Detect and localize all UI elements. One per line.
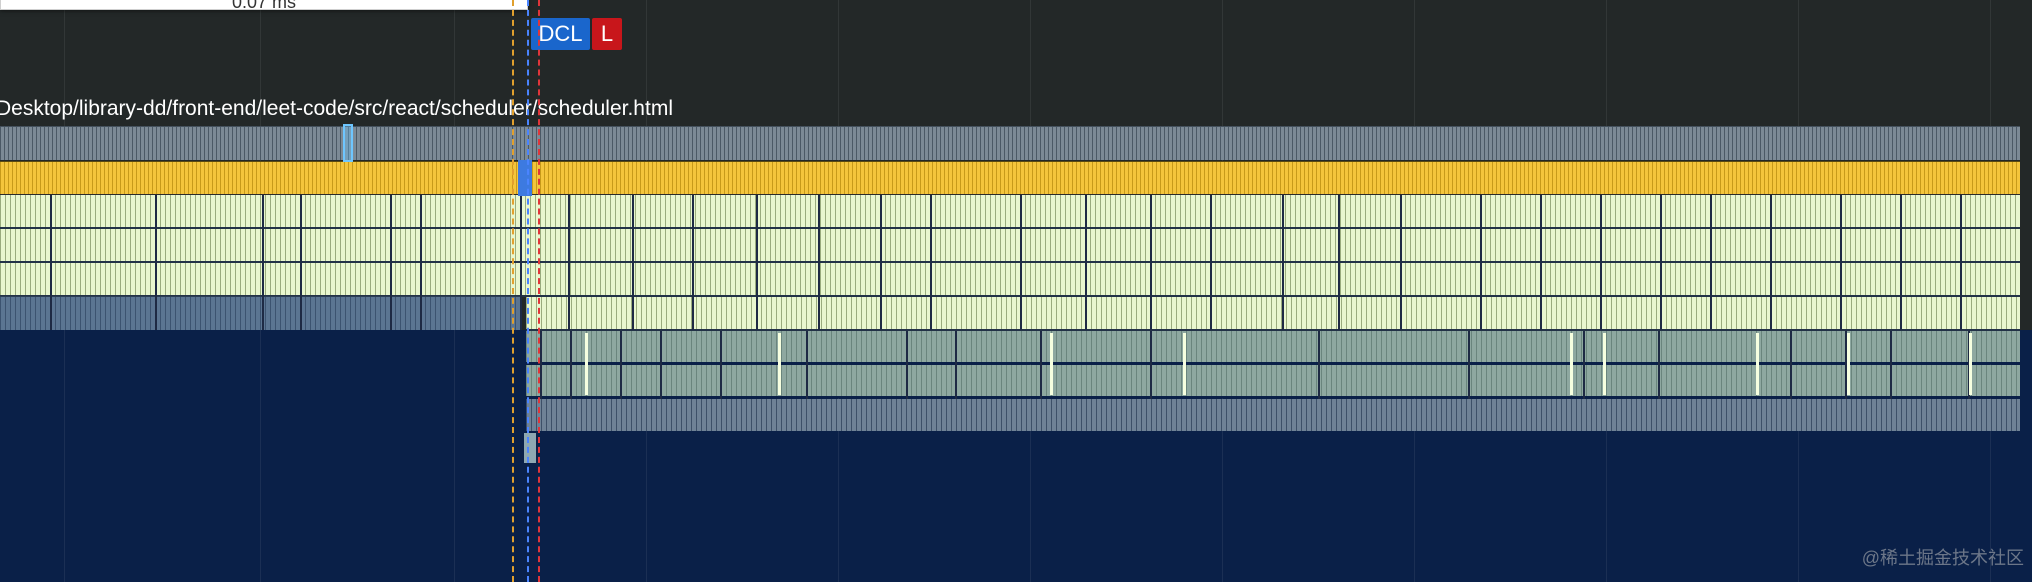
block-separator [692, 195, 694, 330]
block-separator [1890, 331, 1892, 399]
selected-scripting-block[interactable] [518, 160, 532, 196]
watermark: @稀土掘金技术社区 [1861, 548, 2024, 568]
highlight-slice [1050, 333, 1053, 395]
block-separator [1583, 331, 1585, 399]
function-call-track[interactable] [526, 297, 2020, 331]
block-separator [620, 331, 622, 399]
block-separator [1900, 195, 1902, 330]
block-separator [420, 195, 422, 330]
highlight-slice [1969, 333, 1972, 395]
block-separator [1085, 195, 1087, 330]
block-separator [756, 195, 758, 330]
block-separator [50, 195, 52, 330]
block-separator [1840, 195, 1842, 330]
block-separator [1960, 195, 1962, 330]
scheduler-call-track[interactable] [526, 331, 2020, 364]
block-separator [1282, 195, 1284, 330]
scheduler-call-track[interactable] [526, 365, 2020, 398]
block-separator [1790, 331, 1792, 399]
block-separator [1020, 195, 1022, 330]
load-line [538, 0, 540, 582]
block-separator [1600, 195, 1602, 330]
anonymous-call-track[interactable] [0, 296, 520, 330]
dcl-line [527, 0, 529, 582]
block-separator [818, 195, 820, 330]
block-separator [1540, 195, 1542, 330]
block-separator [300, 195, 302, 330]
main-thread-url-label: Desktop/library-dd/front-end/leet-code/s… [0, 97, 673, 120]
block-separator [955, 331, 957, 399]
highlight-slice [1570, 333, 1573, 395]
block-separator [1338, 195, 1340, 330]
block-separator [1710, 195, 1712, 330]
block-separator [540, 331, 542, 399]
block-separator [570, 331, 572, 399]
block-separator [1770, 195, 1772, 330]
block-separator [1210, 195, 1212, 330]
block-separator [1468, 331, 1470, 399]
block-separator [660, 331, 662, 399]
block-separator [906, 331, 908, 399]
deep-call-track[interactable] [526, 399, 2020, 431]
highlight-slice [778, 333, 781, 395]
function-call-track[interactable] [0, 195, 2020, 229]
highlight-slice [585, 333, 588, 395]
performance-flame-chart[interactable]: 0.07 ms DCL L Desktop/library-dd/front-e… [0, 0, 2032, 582]
block-separator [806, 331, 808, 399]
first-paint-line [512, 0, 514, 582]
block-separator [720, 331, 722, 399]
block-separator [1040, 331, 1042, 399]
function-call-track[interactable] [0, 263, 2020, 297]
highlight-slice [1756, 333, 1759, 395]
highlight-slice [1183, 333, 1186, 395]
highlight-slice [1847, 333, 1850, 395]
selected-task-frame[interactable] [343, 124, 353, 162]
duration-tooltip: 0.07 ms [0, 0, 528, 12]
load-marker[interactable]: L [592, 18, 622, 50]
block-separator [632, 195, 634, 330]
block-separator [155, 195, 157, 330]
highlight-slice [1603, 333, 1606, 395]
function-call-track[interactable] [0, 229, 2020, 263]
block-separator [390, 195, 392, 330]
block-separator [1318, 331, 1320, 399]
block-separator [1400, 195, 1402, 330]
small-call-block[interactable] [524, 433, 536, 463]
block-separator [262, 195, 264, 330]
block-separator [880, 195, 882, 330]
block-separator [520, 195, 522, 330]
block-separator [1480, 195, 1482, 330]
block-separator [1150, 195, 1152, 330]
block-separator [568, 195, 570, 330]
block-separator [1150, 331, 1152, 399]
block-separator [1658, 331, 1660, 399]
task-track[interactable] [0, 126, 2020, 160]
block-separator [930, 195, 932, 330]
block-separator [1660, 195, 1662, 330]
scripting-track[interactable] [0, 161, 2020, 195]
